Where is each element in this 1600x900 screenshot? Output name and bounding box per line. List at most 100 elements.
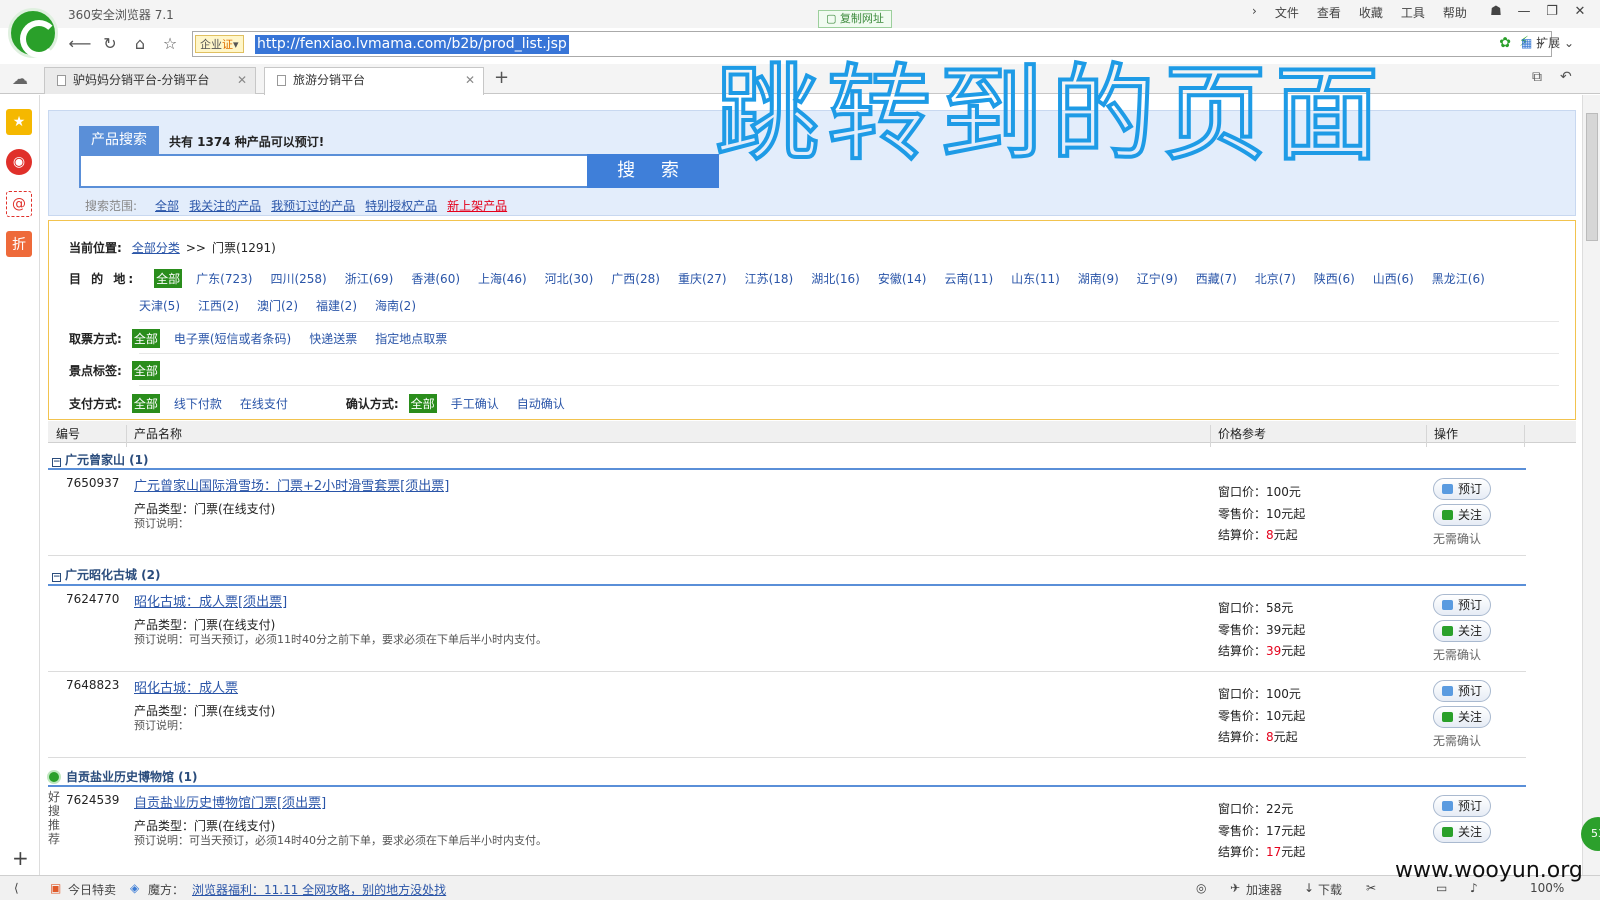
copy-url-button[interactable]: ▢ 复制网址 <box>818 10 892 28</box>
confirm-manual[interactable]: 手工确认 <box>451 395 499 412</box>
tag-all[interactable]: 全部 <box>131 361 160 380</box>
skin-icon[interactable]: ☗ <box>1482 0 1510 22</box>
book-button[interactable]: 预订 <box>1433 478 1491 500</box>
dest-item-row2-1[interactable]: 江西(2) <box>198 297 239 314</box>
dest-item-9[interactable]: 湖北(16) <box>811 270 860 287</box>
group-header[interactable]: 自贡盐业历史博物馆 (1) <box>66 768 198 785</box>
address-bar[interactable]: 企业证▾ http://fenxiao.lvmama.com/b2b/prod_… <box>192 31 1552 57</box>
book-button[interactable]: 预订 <box>1433 795 1491 817</box>
ticket-all[interactable]: 全部 <box>131 329 160 348</box>
dest-item-10[interactable]: 安徽(14) <box>878 270 927 287</box>
security-icon[interactable]: ✿ <box>1499 35 1511 51</box>
product-name-link[interactable]: 自贡盐业历史博物馆门票[须出票] <box>134 792 326 811</box>
product-name-link[interactable]: 昭化古城：成人票 <box>134 677 238 696</box>
dest-item-18[interactable]: 山西(6) <box>1373 270 1414 287</box>
scope-authorized[interactable]: 特别授权产品 <box>365 197 437 214</box>
browser-logo-icon[interactable] <box>8 8 58 58</box>
collapse-icon[interactable]: − <box>52 573 61 582</box>
pay-online[interactable]: 在线支付 <box>240 395 288 412</box>
menu-chevron-icon[interactable]: › <box>1252 4 1257 21</box>
dest-item-row2-2[interactable]: 澳门(2) <box>257 297 298 314</box>
tab-travel[interactable]: 旅游分销平台 ✕ <box>264 67 484 95</box>
menu-favorites[interactable]: 收藏 <box>1359 4 1383 21</box>
dest-item-row2-3[interactable]: 福建(2) <box>316 297 357 314</box>
collapse-icon[interactable]: − <box>52 458 61 467</box>
collapse-sidebar-icon[interactable]: ⟨ <box>14 881 19 895</box>
dest-item-3[interactable]: 香港(60) <box>411 270 460 287</box>
discount-icon[interactable]: 折 <box>6 231 32 257</box>
clean-icon[interactable]: ◎ <box>1196 881 1206 895</box>
cert-badge[interactable]: 企业证▾ <box>195 35 244 53</box>
dest-item-12[interactable]: 山东(11) <box>1011 270 1060 287</box>
tab-close-icon[interactable]: ✕ <box>237 68 247 93</box>
scope-all[interactable]: 全部 <box>155 197 179 214</box>
tab-close-icon[interactable]: ✕ <box>465 68 475 93</box>
follow-button[interactable]: 关注 <box>1433 821 1491 843</box>
pay-offline[interactable]: 线下付款 <box>174 395 222 412</box>
scope-booked[interactable]: 我预订过的产品 <box>271 197 355 214</box>
mail-icon[interactable]: @ <box>6 191 32 217</box>
follow-button[interactable]: 关注 <box>1433 706 1491 728</box>
download-button[interactable]: 下载 <box>1318 881 1342 898</box>
scope-new[interactable]: 新上架产品 <box>447 197 507 214</box>
dest-item-row2-4[interactable]: 海南(2) <box>375 297 416 314</box>
promo-link[interactable]: 浏览器福利：11.11 全网攻略，别的地方没处找 <box>192 881 446 898</box>
dest-item-16[interactable]: 北京(7) <box>1255 270 1296 287</box>
dest-item-8[interactable]: 江苏(18) <box>745 270 794 287</box>
favorites-icon[interactable]: ★ <box>6 109 32 135</box>
screenshot-icon[interactable]: ✂ <box>1366 881 1376 895</box>
dest-item-4[interactable]: 上海(46) <box>478 270 527 287</box>
refresh-icon[interactable]: ↻ <box>96 30 124 56</box>
home-icon[interactable]: ⌂ <box>126 30 154 56</box>
back-icon[interactable]: ⟵ <box>66 30 94 56</box>
dest-item-2[interactable]: 浙江(69) <box>345 270 394 287</box>
today-deals[interactable]: 今日特卖 <box>68 881 116 898</box>
confirm-auto[interactable]: 自动确认 <box>517 395 565 412</box>
search-input[interactable] <box>79 154 589 188</box>
tab-list-icon[interactable]: ⧉ <box>1532 69 1542 85</box>
scope-followed[interactable]: 我关注的产品 <box>189 197 261 214</box>
dest-item-5[interactable]: 河北(30) <box>545 270 594 287</box>
menu-help[interactable]: 帮助 <box>1443 4 1467 21</box>
book-button[interactable]: 预订 <box>1433 594 1491 616</box>
dest-item-row2-0[interactable]: 天津(5) <box>139 297 180 314</box>
dest-item-13[interactable]: 湖南(9) <box>1078 270 1119 287</box>
tab-lvmama[interactable]: 驴妈妈分销平台-分销平台 ✕ <box>44 67 256 94</box>
product-name-link[interactable]: 昭化古城：成人票[须出票] <box>134 591 287 610</box>
restore-icon[interactable]: ❐ <box>1538 0 1566 22</box>
follow-button[interactable]: 关注 <box>1433 504 1491 526</box>
dest-item-14[interactable]: 辽宁(9) <box>1137 270 1178 287</box>
close-icon[interactable]: ✕ <box>1566 0 1594 22</box>
add-sidebar-icon[interactable]: + <box>12 846 29 870</box>
extensions-button[interactable]: ▦ 扩展 ⌄ <box>1521 34 1574 51</box>
product-name-link[interactable]: 广元曾家山国际滑雪场：门票+2小时滑雪套票[须出票] <box>134 475 449 494</box>
vertical-scrollbar[interactable] <box>1582 95 1600 875</box>
scroll-thumb[interactable] <box>1586 113 1598 241</box>
dest-item-15[interactable]: 西藏(7) <box>1196 270 1237 287</box>
dest-item-17[interactable]: 陕西(6) <box>1314 270 1355 287</box>
dest-item-0[interactable]: 广东(723) <box>196 270 252 287</box>
window-icon[interactable]: ▭ <box>1436 881 1447 895</box>
book-button[interactable]: 预订 <box>1433 680 1491 702</box>
url-text[interactable]: http://fenxiao.lvmama.com/b2b/prod_list.… <box>255 35 569 54</box>
weibo-icon[interactable]: ◉ <box>6 149 32 175</box>
breadcrumb-all[interactable]: 全部分类 <box>132 239 180 256</box>
dest-item-19[interactable]: 黑龙江(6) <box>1432 270 1485 287</box>
menu-tools[interactable]: 工具 <box>1401 4 1425 21</box>
dest-item-6[interactable]: 广西(28) <box>611 270 660 287</box>
zoom-level[interactable]: 100% <box>1530 881 1564 895</box>
star-icon[interactable]: ☆ <box>156 30 184 56</box>
group-header[interactable]: − 广元昭化古城 (2) <box>52 566 161 583</box>
search-button[interactable]: 搜 索 <box>587 154 719 188</box>
accelerator-button[interactable]: 加速器 <box>1246 881 1282 898</box>
minimize-icon[interactable]: — <box>1510 0 1538 22</box>
ticket-eticket[interactable]: 电子票(短信或者条码) <box>174 330 291 347</box>
pay-all[interactable]: 全部 <box>131 394 160 413</box>
search-tab[interactable]: 产品搜索 <box>79 126 159 154</box>
confirm-all[interactable]: 全部 <box>408 394 437 413</box>
sound-icon[interactable]: ♪ <box>1470 881 1478 895</box>
menu-file[interactable]: 文件 <box>1275 4 1299 21</box>
dest-item-11[interactable]: 云南(11) <box>945 270 994 287</box>
dest-all[interactable]: 全部 <box>154 269 183 288</box>
dest-item-1[interactable]: 四川(258) <box>270 270 326 287</box>
